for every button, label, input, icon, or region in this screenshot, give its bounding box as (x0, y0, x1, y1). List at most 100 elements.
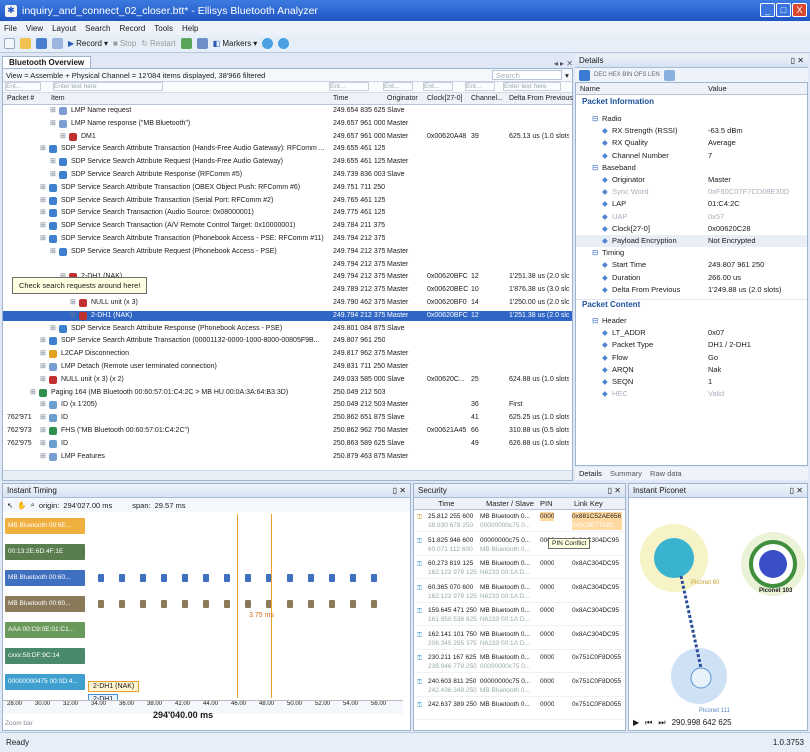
packet-mark[interactable] (350, 600, 356, 608)
table-row[interactable]: ⊞ NULL unit (x 3) (x 2) 249.033 585 000 Sla… (3, 375, 572, 385)
detail-row[interactable]: ⊟ Timing (576, 247, 807, 259)
packet-mark[interactable] (140, 600, 146, 608)
security-row[interactable]: ⚿ 60.273 819 125 162.122 978 125 MB Bluetoo… (414, 559, 625, 579)
packet-mark[interactable] (308, 574, 314, 582)
expand-icon[interactable]: ⊞ (40, 349, 46, 359)
origin-value[interactable]: 294'027.00 ms (63, 501, 112, 510)
expand-icon[interactable]: ⊞ (40, 439, 46, 449)
detail-row[interactable]: ◆ SEQN 1 (576, 376, 807, 388)
expand-icon[interactable]: ⊞ (40, 375, 46, 385)
packet-mark[interactable] (182, 600, 188, 608)
pin-close-icon[interactable]: ▯ ✕ (393, 486, 406, 495)
pin-close-icon[interactable]: ▯ ✕ (791, 56, 804, 65)
table-row[interactable]: 762'971 ⊞ ID 250.862 651 875 Slave 41 625.25 u… (3, 413, 572, 423)
device-node-1[interactable] (654, 538, 694, 578)
col-sec-time[interactable]: Time (438, 498, 454, 510)
close-button[interactable]: X (792, 3, 807, 17)
span-value[interactable]: 29.57 ms (155, 501, 186, 510)
expand-icon[interactable]: ⊞ (40, 426, 46, 436)
packet-mark[interactable] (308, 600, 314, 608)
table-row[interactable]: ⊞ SDP Service Search Attribute Response (… (3, 170, 572, 180)
save-icon[interactable] (36, 38, 47, 49)
expand-icon[interactable]: ⊞ (40, 400, 46, 410)
expand-icon[interactable]: ⊞ (40, 452, 46, 462)
time-filter-input[interactable]: Ent... (329, 82, 369, 91)
expand-icon[interactable]: ⊞ (50, 106, 56, 116)
zoom-out-icon[interactable] (278, 38, 290, 49)
packet-mark[interactable] (203, 600, 209, 608)
packet-mark[interactable] (329, 574, 335, 582)
tab-bluetooth-overview[interactable]: Bluetooth Overview (2, 56, 92, 68)
expand-icon[interactable]: ⊞ (40, 144, 46, 154)
channel-filter-input[interactable]: Ent... (465, 82, 495, 91)
table-row[interactable]: ⊞ LMP Detach (Remote user terminated conn… (3, 362, 572, 372)
table-row[interactable]: ⊞ SDP Service Search Attribute Request (P… (3, 247, 572, 257)
packet-information-section[interactable]: Packet Information (576, 97, 807, 111)
detail-row[interactable]: ◆ HEC Valid (576, 388, 807, 400)
detail-row[interactable]: ⊟ Header (576, 315, 807, 327)
group-icon[interactable]: ⊟ (592, 162, 598, 174)
search-input[interactable]: Search (492, 70, 562, 80)
security-row[interactable]: ⚿ 60.365 070 600 162.122 978 125 MB Bluetoo… (414, 583, 625, 603)
table-row[interactable]: ⊞ Paging 164 (MB Bluetooth 00:60:57:01:C4… (3, 388, 572, 398)
filter-icon[interactable] (180, 38, 192, 49)
play-icon[interactable]: ▶ (633, 718, 639, 728)
lane-label[interactable]: MB Bluetooth 00:6E... (5, 518, 85, 534)
lane-label[interactable]: 00:13:2E:6D:4F:1E (5, 544, 85, 560)
radix-buttons[interactable]: DEC HEX BIN OFS LEN (594, 72, 660, 78)
col-name[interactable]: Name (580, 83, 600, 95)
packet-mark[interactable] (98, 574, 104, 582)
expand-icon[interactable]: ⊞ (60, 132, 66, 142)
timing-lanes[interactable]: MB Bluetooth 00:6E... 00:13:2E:6D:4F:1E MB… (3, 514, 403, 698)
forward-icon[interactable]: ⏭ (658, 718, 665, 728)
expand-icon[interactable]: ⊞ (50, 119, 56, 129)
table-row[interactable]: ⊞ 2-DH1 (NAK) 249.794 212 375Master 0x00620… (3, 310, 572, 321)
table-row[interactable]: ⊞ SDP Service Search Attribute Transactio… (3, 183, 572, 193)
packet-mark[interactable] (287, 600, 293, 608)
col-item[interactable]: Item (51, 93, 65, 105)
packet-filter-input[interactable]: Ent... (5, 82, 41, 91)
originator-filter-input[interactable]: Ent... (383, 82, 413, 91)
col-originator[interactable]: Originator (387, 93, 418, 105)
expand-icon[interactable]: ⊞ (40, 336, 46, 346)
table-row[interactable]: ⊞ SDP Service Search Attribute Response (… (3, 324, 572, 334)
detail-row[interactable]: ◆ Clock[27-0] 0x00620C28 (576, 223, 807, 235)
security-row[interactable]: ⚿ 162.141 101 750 206.345 295 375 MB Blueto… (414, 630, 625, 650)
popup-2dh1-nak[interactable]: 2-DH1 (NAK) (88, 681, 140, 692)
lane-label[interactable]: 00000000475 00:0D:4... (5, 674, 85, 690)
lane-label[interactable]: MB Bluetooth 00:60... (5, 596, 85, 612)
table-row[interactable]: 249.794 212 375 Master (3, 260, 572, 270)
col-channel[interactable]: Channel... (471, 93, 503, 105)
detail-row[interactable]: ⊟ Radio (576, 113, 807, 125)
table-row[interactable]: ⊞ LMP Name response ("MB Bluetooth") 249.6… (3, 119, 572, 129)
expand-icon[interactable]: ⊞ (50, 247, 56, 257)
security-row[interactable]: ⚿ 159.645 471 250 161.950 536 625 MB Blueto… (414, 606, 625, 626)
col-clock[interactable]: Clock[27-0] (427, 93, 462, 105)
table-row[interactable]: ⊞ SDP Service Search Transaction (Audio S… (3, 208, 572, 218)
table-row[interactable]: ⊞ SDP Service Search Attribute Transactio… (3, 234, 572, 244)
detail-row[interactable]: ◆ UAP 0x57 (576, 211, 807, 223)
detail-row[interactable]: ◆ Sync Word 0xF60C07F7CD08E30D (576, 186, 807, 198)
menu-view[interactable]: View (26, 24, 43, 33)
table-row[interactable]: ⊞ SDP Service Search Transaction (A/V Rem… (3, 221, 572, 231)
filter-summary[interactable]: View = Assemble + Physical Channel = 12'… (6, 71, 265, 80)
expand-icon[interactable]: ⊞ (50, 324, 56, 334)
packet-mark[interactable] (371, 600, 377, 608)
expand-icon[interactable]: ⊞ (40, 362, 46, 372)
stop-button[interactable]: ■ Stop (113, 39, 136, 48)
expand-icon[interactable]: ⊞ (40, 234, 46, 244)
group-icon[interactable]: ⊟ (592, 247, 598, 259)
new-file-icon[interactable] (4, 38, 15, 49)
packet-mark[interactable] (224, 600, 230, 608)
markers-button[interactable]: ◧ Markers ▾ (213, 39, 257, 48)
horizontal-scrollbar[interactable] (3, 470, 572, 480)
nav-arrows-icon[interactable]: ◂ ▸ ✕ (554, 59, 573, 68)
detail-row[interactable]: ⊟ Baseband (576, 162, 807, 174)
hand-icon[interactable]: ✋ (17, 501, 26, 510)
zoom-in-icon[interactable] (262, 38, 274, 49)
lane-label[interactable]: cxxx:58:DF:9C:14 (5, 648, 85, 664)
expand-icon[interactable]: ⊞ (40, 196, 46, 206)
detail-row[interactable]: ◆ RX Strength (RSSI) -63.5 dBm (576, 125, 807, 137)
packet-mark[interactable] (245, 600, 251, 608)
zoom-bar[interactable]: Zoom bar (5, 720, 33, 727)
